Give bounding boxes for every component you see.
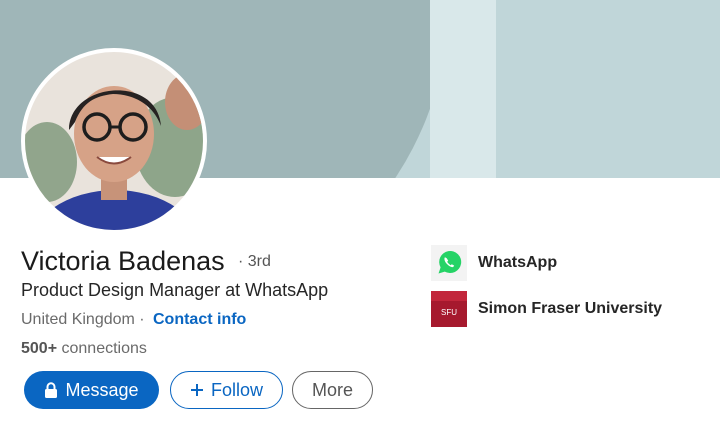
contact-info-link[interactable]: Contact info: [153, 311, 246, 329]
location-separator: ·: [134, 311, 145, 328]
message-button[interactable]: Message: [24, 371, 159, 409]
sfu-logo-text: SFU: [441, 308, 457, 317]
plus-icon: [190, 384, 203, 396]
message-button-label: Message: [65, 379, 139, 400]
location-text: United Kingdom: [21, 311, 135, 328]
lock-icon: [45, 382, 58, 398]
sfu-logo-icon: SFU: [431, 291, 467, 327]
experience-item-sfu[interactable]: SFU Simon Fraser University: [431, 291, 662, 327]
connection-degree: · 3rd: [238, 253, 271, 270]
connections-count[interactable]: 500+ connections: [21, 340, 147, 358]
more-button-label: More: [311, 379, 353, 400]
experience-label: Simon Fraser University: [478, 300, 663, 317]
experience-item-whatsapp[interactable]: WhatsApp: [431, 245, 557, 281]
follow-button[interactable]: Follow: [170, 371, 283, 409]
whatsapp-logo-icon: [431, 245, 467, 281]
follow-button-label: Follow: [210, 379, 263, 400]
banner-stripe: [430, 0, 496, 178]
profile-name: Victoria Badenas: [21, 246, 225, 276]
more-button[interactable]: More: [292, 371, 373, 409]
connections-label: connections: [61, 340, 147, 357]
profile-avatar[interactable]: [21, 48, 207, 234]
profile-location: United Kingdom ·: [21, 311, 145, 329]
profile-headline: Product Design Manager at WhatsApp: [21, 280, 329, 300]
connections-number: 500+: [21, 340, 58, 357]
experience-label: WhatsApp: [478, 254, 558, 271]
